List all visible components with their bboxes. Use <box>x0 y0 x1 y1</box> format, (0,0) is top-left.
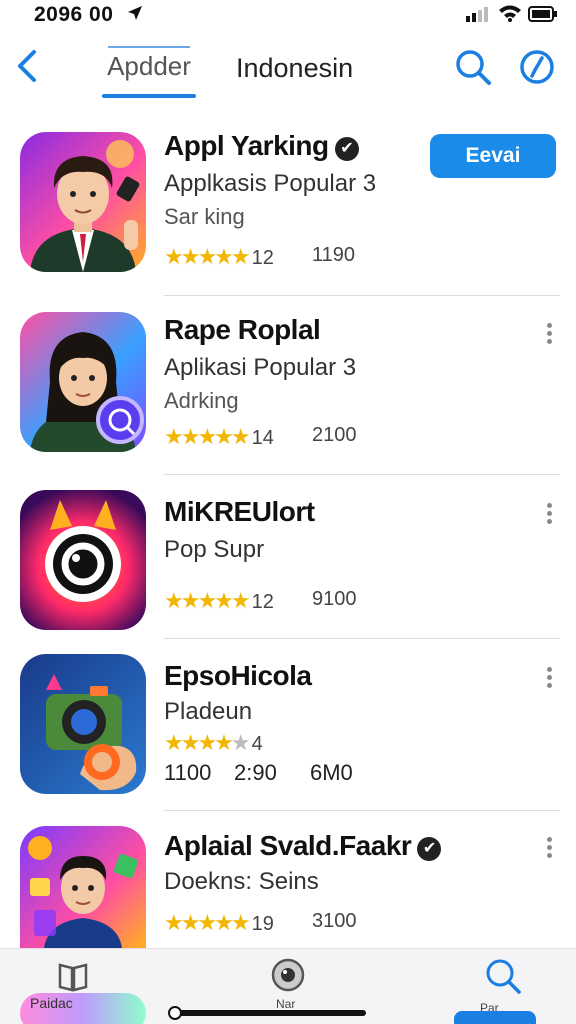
star-rating-icon: ★★★★★ <box>164 588 251 613</box>
get-button[interactable]: Eevai <box>430 134 556 178</box>
app-icon-5 <box>20 826 146 948</box>
divider <box>164 295 560 296</box>
app-subtitle: Aplikasi Popular 3 <box>164 354 357 381</box>
rating-value: 4 <box>251 733 263 755</box>
avatar-man-collage-icon <box>28 836 138 948</box>
search-icon[interactable] <box>454 48 492 86</box>
rating-count: 1190 <box>312 244 356 266</box>
app-title: Aplaial Svald.Faakr ✔ <box>164 830 442 862</box>
book-icon[interactable] <box>56 959 90 993</box>
app-rating: ★★★★★ 12 9100 <box>164 588 357 614</box>
rating-value: 19 <box>251 913 274 935</box>
app-stats: 1100 2:90 6M0 <box>164 760 353 786</box>
tab-apdder-label: Apdder <box>107 51 191 81</box>
home-indicator[interactable] <box>170 1010 366 1016</box>
app-subtitle: Doekns: Seins <box>164 868 319 895</box>
app-rating: ★★★★★ 12 1190 <box>164 244 355 270</box>
app-icon-1 <box>20 132 146 272</box>
wifi-icon <box>499 5 521 22</box>
more-options-icon[interactable] <box>540 500 558 528</box>
rating-count: 2100 <box>312 424 357 446</box>
signal-icon <box>466 7 488 22</box>
star-rating-icon: ★★★★★ <box>164 244 251 269</box>
tab-apdder[interactable]: Apdder <box>102 44 196 98</box>
avatar-woman-magnifier-icon <box>30 332 144 452</box>
app-title-text: Appl Yarking <box>164 130 329 161</box>
camera-lens-icon <box>45 500 121 602</box>
tab-label: Paidac <box>30 995 73 1011</box>
app-title: Appl Yarking ✔ <box>164 130 359 162</box>
home-indicator-dot <box>168 1006 182 1020</box>
app-rating: ★★★★★ 4 <box>164 730 263 756</box>
more-options-icon[interactable] <box>540 664 558 692</box>
app-rating: ★★★★★ 19 3100 <box>164 910 357 936</box>
location-arrow-icon <box>128 6 142 20</box>
battery-icon <box>528 6 557 22</box>
more-options-icon[interactable] <box>540 320 558 348</box>
rating-count: 9100 <box>312 588 357 610</box>
rating-value: 12 <box>251 591 274 613</box>
app-icon-3 <box>20 490 146 630</box>
app-rating: ★★★★★ 14 2100 <box>164 424 357 450</box>
app-title-text: Aplaial Svald.Faakr <box>164 830 412 861</box>
tab-top-line <box>108 46 190 48</box>
app-icon-4 <box>20 654 146 794</box>
star-rating-icon: ★★★★★ <box>164 424 251 449</box>
app-title: EpsoHicola <box>164 660 312 691</box>
rating-value: 14 <box>251 427 274 449</box>
divider <box>164 474 560 475</box>
rating-value: 12 <box>251 247 274 269</box>
star-rating-icon: ★★★★★ <box>164 910 251 935</box>
star-rating-icon: ★★★★★ <box>164 730 251 755</box>
nav-header: Apdder Indonesin <box>0 36 576 106</box>
camera-tab-icon[interactable] <box>270 957 306 993</box>
status-time: 2096 00 <box>34 3 114 26</box>
tab-active-indicator <box>102 94 196 98</box>
app-icon-2 <box>20 312 146 452</box>
app-category: Sar king <box>164 204 245 229</box>
stat-value: 2:90 <box>234 760 277 785</box>
divider <box>164 638 560 639</box>
rating-count: 3100 <box>312 910 357 932</box>
camera-hand-icon <box>46 674 137 791</box>
app-subtitle: Applkasis Popular 3 <box>164 170 377 197</box>
app-category: Adrking <box>164 388 239 413</box>
tab-label: Nar <box>276 997 296 1011</box>
app-subtitle: Pop Supr <box>164 536 265 563</box>
stat-value: 6M0 <box>310 760 353 785</box>
verified-badge-icon: ✔ <box>334 137 359 161</box>
more-options-icon[interactable] <box>540 834 558 862</box>
search-tab-icon[interactable] <box>484 957 522 995</box>
stat-value: 1100 <box>164 760 212 785</box>
app-title: MiKREUlort <box>164 496 315 527</box>
compass-icon[interactable] <box>518 48 556 86</box>
app-subtitle: Pladeun <box>164 698 253 725</box>
divider <box>164 810 560 811</box>
app-title: Rape Roplal <box>164 314 321 345</box>
avatar-man-suit-icon <box>30 140 140 272</box>
back-chevron-icon[interactable] <box>14 46 44 86</box>
tab-indonesin[interactable]: Indonesin <box>236 46 353 90</box>
tab-active-pill <box>454 1011 536 1024</box>
status-bar: 2096 00 <box>0 0 576 30</box>
verified-badge-icon: ✔ <box>417 837 442 861</box>
